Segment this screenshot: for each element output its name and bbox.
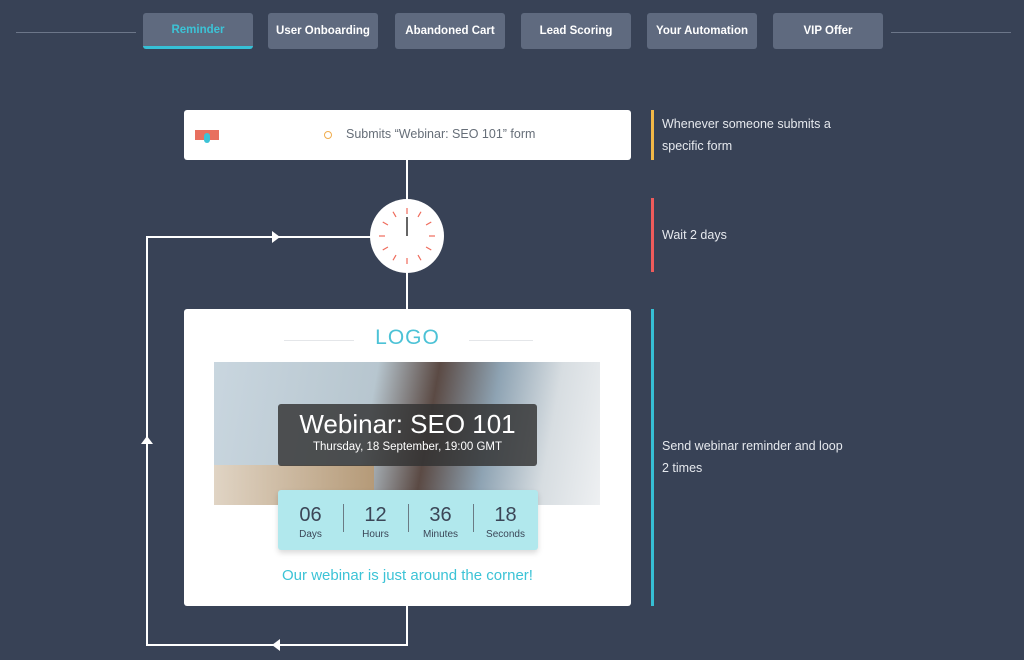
divider xyxy=(891,32,1011,33)
clock-icon[interactable] xyxy=(370,199,444,273)
tab-abandoned-cart[interactable]: Abandoned Cart xyxy=(395,13,505,49)
countdown-hours: 12 Hours xyxy=(343,490,408,550)
webinar-title: Webinar: SEO 101 xyxy=(299,409,516,439)
email-preview-card[interactable]: LOGO Webinar: SEO 101 Thursday, 18 Septe… xyxy=(184,309,631,606)
tab-reminder[interactable]: Reminder xyxy=(143,13,253,49)
tab-user-onboarding[interactable]: User Onboarding xyxy=(268,13,378,49)
countdown-seconds: 18 Seconds xyxy=(473,490,538,550)
arrow-right-icon xyxy=(272,231,280,243)
countdown-days: 06 Days xyxy=(299,504,322,540)
step-bar-trigger xyxy=(651,110,654,160)
step-desc-email: Send webinar reminder and loop 2 times xyxy=(662,439,843,475)
form-click-icon xyxy=(195,130,219,143)
webinar-title-overlay: Webinar: SEO 101 Thursday, 18 September,… xyxy=(278,404,537,466)
step-desc-wait: Wait 2 days xyxy=(662,228,727,242)
countdown-minutes: 36 Minutes xyxy=(408,490,473,550)
tab-vip-offer[interactable]: VIP Offer xyxy=(773,13,883,49)
arrow-up-icon xyxy=(141,436,153,444)
step-bar-email xyxy=(651,309,654,606)
tab-lead-scoring[interactable]: Lead Scoring xyxy=(521,13,631,49)
countdown-timer: 06 Days 12 Hours 36 Minutes 18 Seconds xyxy=(278,490,538,550)
divider xyxy=(16,32,136,33)
tab-your-automation[interactable]: Your Automation xyxy=(647,13,757,49)
logo: LOGO xyxy=(375,326,440,349)
trigger-card[interactable]: Submits “Webinar: SEO 101” form xyxy=(184,110,631,160)
arrow-left-icon xyxy=(272,639,280,651)
step-bar-wait xyxy=(651,198,654,272)
connector-line xyxy=(406,606,408,644)
loop-line xyxy=(146,236,371,238)
step-desc-trigger: Whenever someone submits a specific form xyxy=(662,117,831,153)
tagline: Our webinar is just around the corner! xyxy=(282,567,533,584)
status-dot-icon xyxy=(324,131,332,139)
webinar-date: Thursday, 18 September, 19:00 GMT xyxy=(313,441,502,453)
trigger-text: Submits “Webinar: SEO 101” form xyxy=(346,127,536,141)
